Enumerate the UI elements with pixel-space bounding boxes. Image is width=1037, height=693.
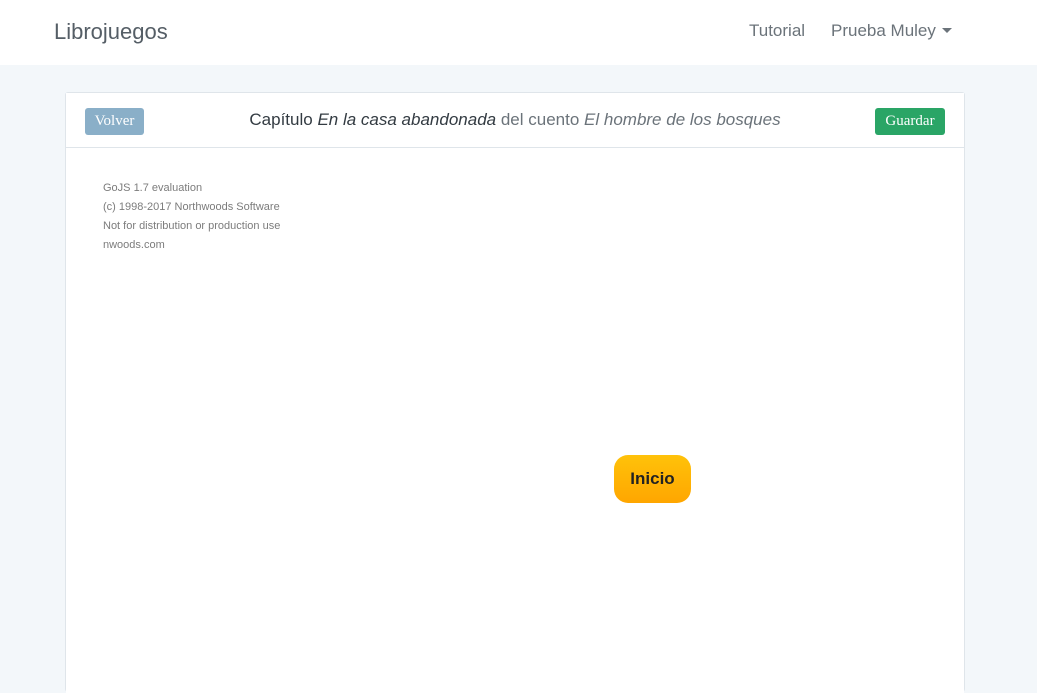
diagram-node-inicio[interactable]: Inicio [614, 455, 691, 503]
chapter-panel: Volver Capítulo En la casa abandonada de… [65, 92, 965, 693]
title-prefix: Capítulo [249, 110, 313, 129]
watermark-line: nwoods.com [103, 239, 165, 251]
panel-heading: Volver Capítulo En la casa abandonada de… [66, 93, 964, 148]
user-name: Prueba Muley [831, 21, 936, 40]
diagram-canvas[interactable]: GoJS 1.7 evaluation (c) 1998-2017 Northw… [66, 149, 964, 693]
nav-link-tutorial[interactable]: Tutorial [749, 21, 805, 41]
title-middle: del cuento [500, 110, 580, 129]
chapter-name: En la casa abandonada [317, 110, 497, 129]
watermark-line: GoJS 1.7 evaluation [103, 182, 203, 194]
node-label: Inicio [630, 469, 675, 488]
watermark-line: Not for distribution or production use [103, 220, 281, 232]
page-title: Capítulo En la casa abandonada del cuent… [66, 110, 964, 130]
gojs-watermark: GoJS 1.7 evaluation (c) 1998-2017 Northw… [103, 179, 280, 255]
watermark-line: (c) 1998-2017 Northwoods Software [103, 201, 280, 213]
caret-down-icon [941, 28, 952, 34]
brand-link[interactable]: Librojuegos [54, 19, 168, 45]
navbar: Librojuegos Tutorial Prueba Muley [0, 0, 1037, 65]
user-menu-dropdown[interactable]: Prueba Muley [831, 21, 952, 41]
save-button[interactable]: Guardar [875, 108, 945, 135]
story-name: El hombre de los bosques [584, 110, 781, 129]
